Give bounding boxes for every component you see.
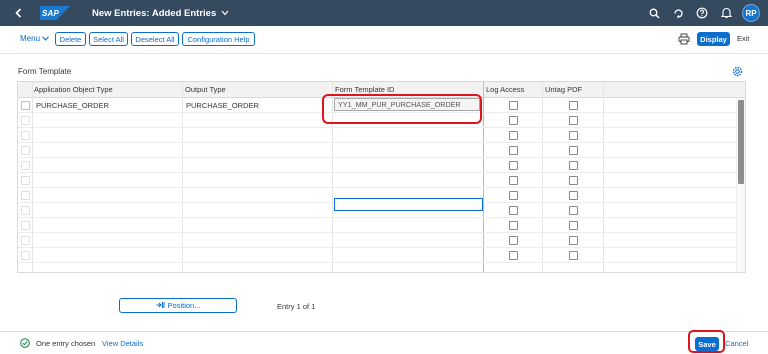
untag-pdf-checkbox[interactable] bbox=[569, 131, 578, 140]
log-access-checkbox[interactable] bbox=[509, 116, 518, 125]
position-button[interactable]: Position... bbox=[119, 298, 237, 313]
table-row[interactable] bbox=[18, 173, 738, 188]
cancel-button[interactable]: Cancel bbox=[725, 339, 748, 348]
row-select-checkbox[interactable] bbox=[21, 236, 30, 245]
untag-pdf-checkbox[interactable] bbox=[569, 191, 578, 200]
highlight-annotation bbox=[322, 94, 482, 124]
untag-pdf-checkbox[interactable] bbox=[569, 236, 578, 245]
status-message: One entry chosen bbox=[36, 339, 96, 348]
toolbar: Menu Delete Select All Deselect All Conf… bbox=[0, 26, 768, 54]
row-select-checkbox[interactable] bbox=[21, 146, 30, 155]
view-details-link[interactable]: View Details bbox=[102, 339, 143, 348]
sap-logo[interactable]: SAP bbox=[40, 6, 70, 20]
entry-counter: Entry 1 of 1 bbox=[277, 302, 316, 311]
untag-pdf-checkbox[interactable] bbox=[569, 146, 578, 155]
search-icon[interactable] bbox=[642, 0, 666, 26]
deselect-all-button[interactable]: Deselect All bbox=[131, 32, 179, 46]
table-row[interactable] bbox=[18, 143, 738, 158]
configuration-help-button[interactable]: Configuration Help bbox=[182, 32, 255, 46]
table-row[interactable] bbox=[18, 218, 738, 233]
log-access-checkbox[interactable] bbox=[509, 176, 518, 185]
app-title-text: New Entries: Added Entries bbox=[92, 7, 217, 19]
row-select-checkbox[interactable] bbox=[21, 251, 30, 260]
app-title[interactable]: New Entries: Added Entries bbox=[92, 8, 229, 19]
section-title: Form Template bbox=[18, 67, 72, 76]
log-access-checkbox[interactable] bbox=[509, 206, 518, 215]
column-header-untag-pdf[interactable]: Untag PDF bbox=[545, 85, 582, 94]
row-select-checkbox[interactable] bbox=[21, 221, 30, 230]
untag-pdf-checkbox[interactable] bbox=[569, 116, 578, 125]
position-icon bbox=[156, 301, 165, 311]
log-access-checkbox[interactable] bbox=[509, 101, 518, 110]
row-select-checkbox[interactable] bbox=[21, 191, 30, 200]
menu-label: Menu bbox=[20, 34, 41, 43]
log-access-checkbox[interactable] bbox=[509, 191, 518, 200]
avatar[interactable]: RP bbox=[742, 4, 760, 22]
log-access-checkbox[interactable] bbox=[509, 221, 518, 230]
log-access-checkbox[interactable] bbox=[509, 161, 518, 170]
menu-button[interactable]: Menu bbox=[20, 34, 49, 43]
untag-pdf-checkbox[interactable] bbox=[569, 221, 578, 230]
exit-button[interactable]: Exit bbox=[737, 34, 750, 43]
select-all-button[interactable]: Select All bbox=[89, 32, 128, 46]
column-header-output-type[interactable]: Output Type bbox=[185, 85, 226, 94]
bell-icon[interactable] bbox=[714, 0, 738, 26]
shell-actions: RP bbox=[642, 0, 760, 26]
cell-application-object-type: PURCHASE_ORDER bbox=[36, 101, 109, 110]
refresh-icon[interactable] bbox=[666, 0, 690, 26]
untag-pdf-checkbox[interactable] bbox=[569, 251, 578, 260]
display-button[interactable]: Display bbox=[697, 32, 730, 46]
log-access-checkbox[interactable] bbox=[509, 251, 518, 260]
column-header-log-access[interactable]: Log Access bbox=[486, 85, 524, 94]
settings-icon[interactable] bbox=[732, 66, 743, 77]
row-select-checkbox[interactable] bbox=[21, 101, 30, 110]
log-access-checkbox[interactable] bbox=[509, 146, 518, 155]
row-select-checkbox[interactable] bbox=[21, 131, 30, 140]
back-icon[interactable] bbox=[10, 4, 28, 22]
shell-bar: SAP New Entries: Added Entries RP bbox=[0, 0, 768, 26]
log-access-checkbox[interactable] bbox=[509, 236, 518, 245]
table-row[interactable] bbox=[18, 158, 738, 173]
log-access-checkbox[interactable] bbox=[509, 131, 518, 140]
form-template-id-input-focused[interactable] bbox=[334, 198, 483, 211]
cell-output-type: PURCHASE_ORDER bbox=[186, 101, 259, 110]
untag-pdf-checkbox[interactable] bbox=[569, 206, 578, 215]
untag-pdf-checkbox[interactable] bbox=[569, 176, 578, 185]
column-header-application-object-type[interactable]: Application Object Type bbox=[34, 85, 113, 94]
row-select-checkbox[interactable] bbox=[21, 116, 30, 125]
help-icon[interactable] bbox=[690, 0, 714, 26]
footer-bar: One entry chosen View Details Save Cance… bbox=[0, 331, 768, 354]
position-label: Position... bbox=[167, 301, 201, 310]
highlight-annotation bbox=[688, 330, 725, 353]
success-icon bbox=[20, 338, 30, 348]
column-header-form-template-id[interactable]: Form Template ID bbox=[335, 85, 394, 94]
chevron-down-icon bbox=[42, 34, 49, 43]
chevron-down-icon bbox=[221, 9, 229, 18]
untag-pdf-checkbox[interactable] bbox=[569, 161, 578, 170]
delete-button[interactable]: Delete bbox=[55, 32, 86, 46]
row-select-checkbox[interactable] bbox=[21, 176, 30, 185]
print-icon[interactable] bbox=[678, 33, 690, 45]
table-row[interactable] bbox=[18, 128, 738, 143]
untag-pdf-checkbox[interactable] bbox=[569, 101, 578, 110]
scrollbar-thumb[interactable] bbox=[738, 100, 744, 184]
table-row[interactable] bbox=[18, 248, 738, 263]
row-select-checkbox[interactable] bbox=[21, 206, 30, 215]
row-select-checkbox[interactable] bbox=[21, 161, 30, 170]
table-row[interactable] bbox=[18, 233, 738, 248]
